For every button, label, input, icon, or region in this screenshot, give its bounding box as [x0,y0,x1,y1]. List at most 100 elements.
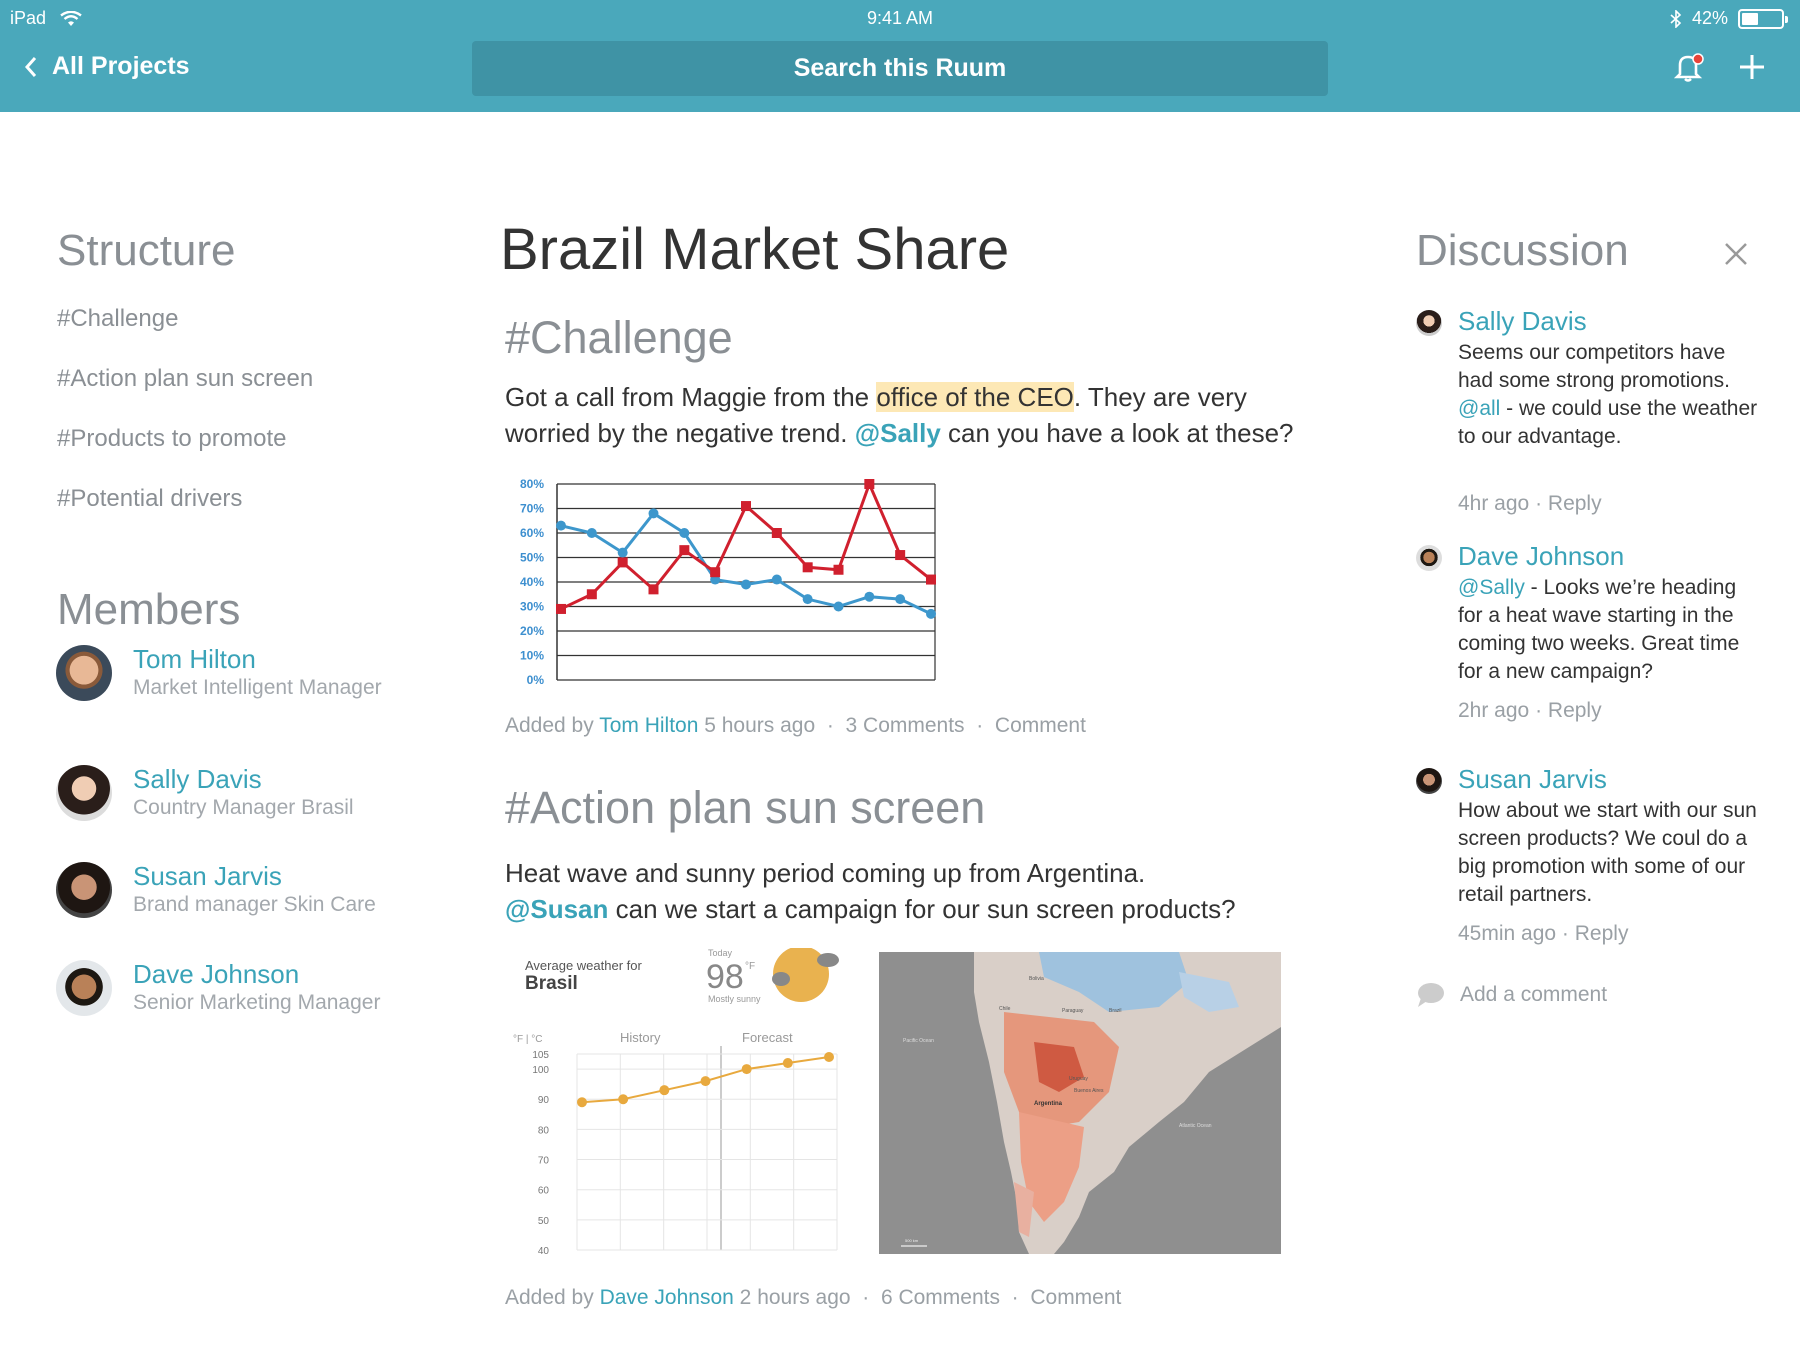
member-item[interactable]: Susan Jarvis Brand manager Skin Care [56,862,393,919]
member-item[interactable]: Tom Hilton Market Intelligent Manager [56,645,393,702]
data-point [648,508,659,519]
unit-f[interactable]: °F [513,1034,523,1045]
data-point [586,528,597,538]
comment-author[interactable]: Susan Jarvis [1458,764,1607,795]
structure-item-challenge[interactable]: #Challenge [57,305,178,333]
post-meta-action-plan: Added by Dave Johnson 2 hours ago · 6 Co… [505,1286,1122,1309]
avatar [1416,545,1442,571]
data-point [802,562,813,573]
comment-author[interactable]: Sally Davis [1458,306,1587,337]
unit-toggle[interactable]: °F | °C [513,1034,543,1045]
mention-link[interactable]: @Sally [855,418,941,448]
unit-c[interactable]: °C [531,1034,542,1045]
add-comment-button[interactable]: Add a comment [1416,982,1607,1008]
battery-level [1742,12,1758,25]
data-point [864,479,875,489]
discussion-heading: Discussion [1416,226,1629,275]
map-label: Atlantic Ocean [1179,1123,1212,1129]
avatar [56,765,112,821]
meta-time: 5 hours ago [698,714,816,737]
data-point [864,591,875,602]
author-link[interactable]: Dave Johnson [600,1286,734,1309]
member-name[interactable]: Dave Johnson [133,960,393,988]
comment-meta: 45min ago · Reply [1458,922,1629,945]
search-label: Search this Ruum [793,54,1007,82]
today-desc: Mostly sunny [708,994,761,1004]
chevron-left-icon [24,56,37,77]
y-tick-label: 50% [520,551,544,565]
y-tick-label: 40% [520,575,544,589]
close-icon[interactable] [1720,238,1752,270]
add-comment-label: Add a comment [1460,983,1608,1006]
comment-item: Susan Jarvis How about we start with our… [1416,764,1757,964]
data-point [771,528,782,538]
mention-link[interactable]: @Susan [505,894,608,924]
data-point [679,528,690,538]
data-point [771,574,782,585]
data-point [741,501,751,512]
battery-percent: 42% [1691,8,1728,28]
section-heading-challenge: #Challenge [505,312,733,363]
data-point [802,594,813,605]
temperature-point [659,1085,670,1096]
status-time: 9:41 AM [866,8,934,28]
search-bar[interactable]: Search this Ruum [472,41,1328,96]
reply-link[interactable]: Reply [1575,922,1629,945]
forecast-label: Forecast [742,1030,793,1045]
structure-item-drivers[interactable]: #Potential drivers [57,485,242,513]
map-label: Pacific Ocean [903,1038,934,1044]
data-point [617,547,628,558]
meta-time: 2 hours ago [733,1286,851,1309]
data-point [648,584,659,595]
data-point [833,601,844,612]
avatar [1416,768,1442,794]
section-text-challenge: Got a call from Maggie from the office o… [505,379,1305,451]
back-label: All Projects [52,52,190,80]
reply-link[interactable]: Reply [1548,699,1602,722]
data-point [710,567,721,578]
comments-link[interactable]: 3 Comments [846,714,965,737]
comments-link[interactable]: 6 Comments [881,1286,1000,1309]
structure-item-action-plan[interactable]: #Action plan sun screen [57,365,313,393]
y-tick-label: 40 [538,1246,550,1254]
market-share-chart: 0% 10% 20% 30% 40% 50% 60% 70% 80% [520,477,936,687]
comment-author[interactable]: Dave Johnson [1458,541,1624,572]
data-point [926,608,936,619]
comment-text: How about we start with our sun screen p… [1458,799,1757,906]
text-part: can you have a look at these? [940,418,1294,448]
notification-bell-icon[interactable] [1674,52,1704,82]
section-heading-action-plan: #Action plan sun screen [505,782,986,833]
member-name[interactable]: Tom Hilton [133,645,393,673]
back-button[interactable]: All Projects [24,52,190,81]
page-title: Brazil Market Share [500,217,1010,282]
y-tick-label: 60 [538,1186,550,1197]
member-name[interactable]: Sally Davis [133,765,393,793]
member-item[interactable]: Dave Johnson Senior Marketing Manager [56,960,393,1017]
members-heading: Members [57,585,241,634]
author-link[interactable]: Tom Hilton [599,714,698,737]
comment-link[interactable]: Comment [995,714,1086,737]
y-tick-label: 90 [538,1095,550,1106]
series-line [560,511,932,616]
top-bar: iPad 9:41 AM 42% All Projects Search thi… [0,0,1800,112]
data-point [895,594,906,605]
data-point [556,603,566,614]
reply-link[interactable]: Reply [1548,492,1602,515]
add-icon[interactable] [1738,53,1766,81]
today-unit: °F [745,961,756,972]
weather-title: Average weather for [525,958,642,973]
section-text-action-plan: Heat wave and sunny period coming up fro… [505,855,1305,927]
structure-heading: Structure [57,226,236,275]
member-name[interactable]: Susan Jarvis [133,862,393,890]
member-item[interactable]: Sally Davis Country Manager Brasil [56,765,393,822]
mention-link[interactable]: @Sally [1458,576,1525,599]
battery-icon [1738,8,1788,29]
post-meta-challenge: Added by Tom Hilton 5 hours ago · 3 Comm… [505,714,1086,737]
mention-link[interactable]: @all [1458,397,1500,420]
comment-text: @Sally - Looks we’re heading for a heat … [1458,574,1758,686]
y-tick-label: 0% [527,673,545,687]
structure-item-products[interactable]: #Products to promote [57,425,286,453]
data-point [926,574,936,585]
member-role: Market Intelligent Manager [133,676,382,699]
comment-link[interactable]: Comment [1030,1286,1121,1309]
